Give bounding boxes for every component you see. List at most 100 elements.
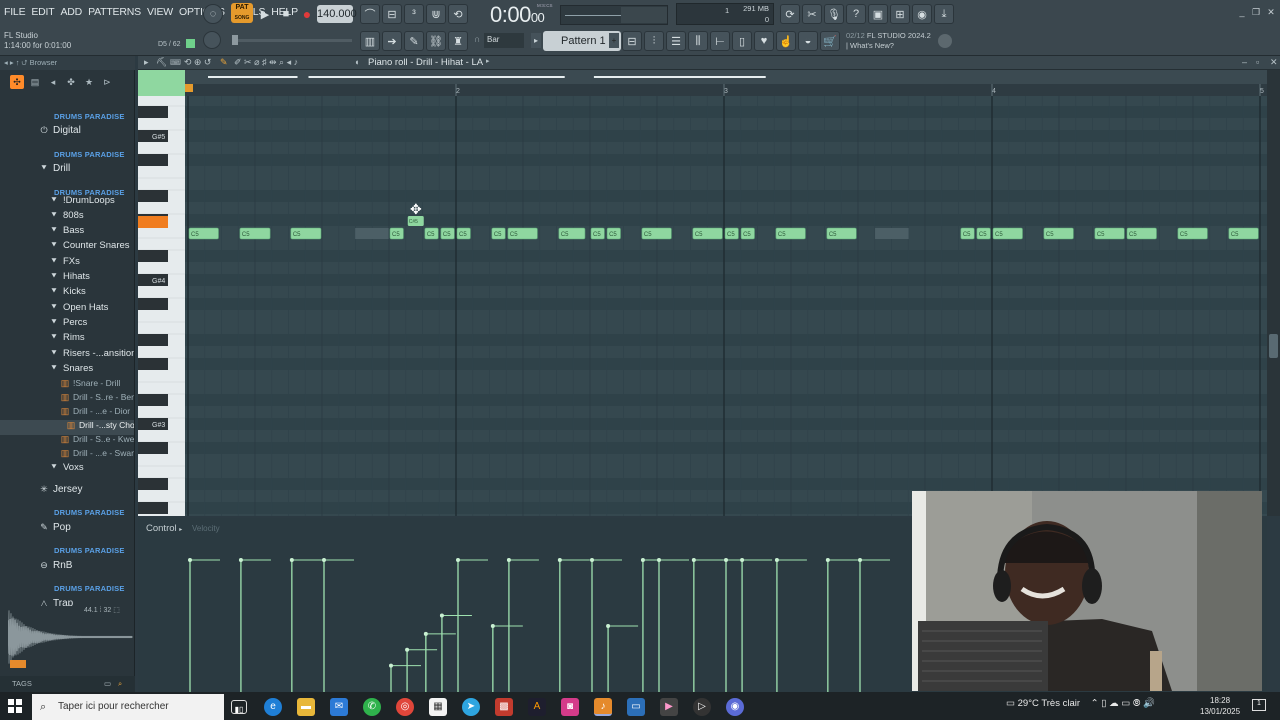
office-icon[interactable]: ▩ xyxy=(495,698,513,716)
browser-subfolder[interactable]: ⯆ Risers -...ansitions xyxy=(0,348,134,363)
blend-notes-icon[interactable]: ⋓ xyxy=(426,4,446,24)
minimize-icon[interactable]: _ xyxy=(1236,6,1248,18)
metronome-icon[interactable]: ⌒ xyxy=(360,4,380,24)
channel-rack-icon[interactable]: ☰ xyxy=(666,31,686,51)
task-view-icon[interactable]: ▮▯ xyxy=(231,700,247,714)
mixer-icon[interactable]: ⫼ xyxy=(688,31,708,51)
stop-icon[interactable]: ■ xyxy=(276,4,296,24)
browser-subfolder[interactable]: ⯆ Rims xyxy=(0,332,134,347)
control-selector[interactable]: Control ▸ xyxy=(138,518,188,540)
restore-icon[interactable]: ❐ xyxy=(1250,6,1262,18)
browser-file[interactable]: ▥ Drill -...sty Chop xyxy=(0,420,134,435)
mixer-feedback-icon[interactable]: ◒ xyxy=(798,31,818,51)
mic-icon[interactable]: 🎙 xyxy=(824,4,844,24)
browser-file[interactable]: ▥ Drill - S..re - Benz xyxy=(0,392,134,407)
fl-cloud-icon[interactable] xyxy=(938,34,952,48)
edge-icon[interactable]: e xyxy=(264,698,282,716)
whatsapp-icon[interactable]: ✆ xyxy=(363,698,381,716)
save-icon[interactable]: ▣ xyxy=(868,4,888,24)
taskbar-clock[interactable]: 18:28 13/01/2025 xyxy=(1200,695,1240,717)
browser-file[interactable]: ▥ Drill - ...e - Dior xyxy=(0,406,134,421)
countdown-icon[interactable]: ³ xyxy=(404,4,424,24)
master-volume-knob[interactable] xyxy=(203,31,221,49)
vertical-scrollbar[interactable] xyxy=(1267,70,1280,516)
pr-maximize-icon[interactable]: ▫ xyxy=(1256,57,1259,67)
piano-roll-window-icon[interactable]: ⫶ xyxy=(644,31,664,51)
snap-select[interactable]: Bar xyxy=(484,33,524,48)
browser-subfolder[interactable]: ⯆ Hihats xyxy=(0,271,134,286)
shop-icon[interactable]: 🛒 xyxy=(820,31,840,51)
fl-studio-task-icon[interactable]: ♪ xyxy=(594,698,612,716)
browser-folder[interactable]: ✳ Jersey xyxy=(0,484,134,499)
stamp-icon[interactable]: ♜ xyxy=(448,31,468,51)
pattern-add-icon[interactable]: + xyxy=(609,33,619,48)
cpu-knob-icon[interactable]: ◌ xyxy=(203,4,223,24)
link-icon[interactable]: ⛓ xyxy=(426,31,446,51)
obs-icon[interactable]: ◉ xyxy=(726,698,744,716)
playlist-icon[interactable]: ▥ xyxy=(360,31,380,51)
app-a-icon[interactable]: A xyxy=(528,698,546,716)
pat-song-toggle[interactable]: PAT SONG xyxy=(231,3,253,23)
tray-icons[interactable]: ⌃ ▯ ☁ ▭ ⦾ 🔊 xyxy=(1091,698,1155,709)
download-icon[interactable]: ⤓ xyxy=(934,4,954,24)
menu-view[interactable]: VIEW xyxy=(147,6,173,22)
chrome-icon[interactable]: ◎ xyxy=(396,698,414,716)
master-pitch-slider[interactable] xyxy=(232,35,352,45)
menu-edit[interactable]: EDIT xyxy=(31,6,54,22)
browser-subfolder[interactable]: ⯆ Kicks xyxy=(0,286,134,301)
news-link[interactable]: | What's New? xyxy=(846,41,931,51)
store-icon[interactable]: ▦ xyxy=(429,698,447,716)
instagram-icon[interactable]: ◙ xyxy=(561,698,579,716)
templates-icon[interactable]: ▯ xyxy=(732,31,752,51)
browser-subfolder[interactable]: ⯆ Bass xyxy=(0,225,134,240)
touch-keyboard-icon[interactable]: ☝ xyxy=(776,31,796,51)
loop-record-icon[interactable]: ⟲ xyxy=(448,4,468,24)
menu-patterns[interactable]: PATTERNS xyxy=(88,6,141,22)
file-explorer-icon[interactable]: ▬ xyxy=(297,698,315,716)
browser-subfolder[interactable]: ⯆ 808s xyxy=(0,210,134,225)
note-grid[interactable]: C5 C5 C5 C5 C5 C5 C5 C5 C5 C5 C5 C5 C5 C5 C5 C5 C5 C5 C5 C5… xyxy=(185,96,1267,516)
browser-folder[interactable]: ⊖ RnB xyxy=(0,560,134,575)
pencil-icon[interactable]: ✎ xyxy=(404,31,424,51)
taskbar-search-input[interactable]: ⌕ Taper ici pour rechercher xyxy=(32,694,224,720)
wait-input-icon[interactable]: ⊟ xyxy=(382,4,402,24)
chat-icon[interactable]: ◉ xyxy=(912,4,932,24)
media-player-icon[interactable]: ▷ xyxy=(693,698,711,716)
piano-roll-timeline[interactable]: 2 3 4 5 xyxy=(185,70,1267,96)
news-panel[interactable]: 02/12 FL STUDIO 2024.2 | What's New? xyxy=(846,31,931,51)
menu-add[interactable]: ADD xyxy=(61,6,83,22)
arrow-icon[interactable]: ➔ xyxy=(382,31,402,51)
magnet-icon[interactable]: ∩ xyxy=(474,34,480,44)
pr-minimize-icon[interactable]: – xyxy=(1242,57,1247,67)
paint-tool-icon[interactable]: ✐ ✂ ⌀ ♯ ⇹ ⌕ ◂ ♪ xyxy=(234,57,298,68)
pattern-prev-icon[interactable]: ▸ xyxy=(531,33,541,48)
cut-tool-icon[interactable]: ✂ xyxy=(802,4,822,24)
browser-subfolder[interactable]: ⯆ Voxs xyxy=(0,462,134,477)
app-screen-icon[interactable]: ▭ xyxy=(627,698,645,716)
draw-tools-icon[interactable]: ⛏ ⌨ ⟲ ⊕ ↺ xyxy=(156,57,211,68)
windows-start-icon[interactable] xyxy=(8,699,22,713)
weather-icon[interactable]: ▭ xyxy=(1006,698,1015,709)
piano-keyboard[interactable]: G#5 G#4 G#3 xyxy=(138,96,185,516)
search-icon[interactable]: ⌕ xyxy=(118,676,122,692)
browser-subfolder[interactable]: ⯆ Counter Snares xyxy=(0,240,134,255)
browser-subfolder[interactable]: ⯆ Snares xyxy=(0,363,134,378)
play-icon[interactable]: ▶ xyxy=(255,4,275,24)
plugin-picker-icon[interactable]: ♥ xyxy=(754,31,774,51)
menu-file[interactable]: FILE xyxy=(4,6,26,22)
browser-file[interactable]: ▥ Drill - ...e - Swang xyxy=(0,448,134,463)
record-icon[interactable]: ● xyxy=(297,4,317,24)
browser-tree-icon[interactable]: ⊢ xyxy=(710,31,730,51)
browser-subfolder[interactable]: ⯆ Percs xyxy=(0,317,134,332)
title-arrow-icon[interactable]: ▸ xyxy=(486,57,490,65)
playlist-window-icon[interactable]: ⊟ xyxy=(622,31,642,51)
mail-icon[interactable]: ✉ xyxy=(330,698,348,716)
browser-file[interactable]: ▥ !Snare - Drill xyxy=(0,378,134,393)
browser-subfolder[interactable]: ⯆ Open Hats xyxy=(0,302,134,317)
preview-play-marker[interactable] xyxy=(10,660,26,668)
browser-folder[interactable]: ⏻ Digital xyxy=(0,125,134,140)
notifications-icon[interactable]: 1 xyxy=(1252,699,1266,711)
telegram-icon[interactable]: ➤ xyxy=(462,698,480,716)
pencil-tool-icon[interactable]: ✎ xyxy=(220,57,228,68)
close-icon[interactable]: ✕ xyxy=(1265,6,1277,18)
